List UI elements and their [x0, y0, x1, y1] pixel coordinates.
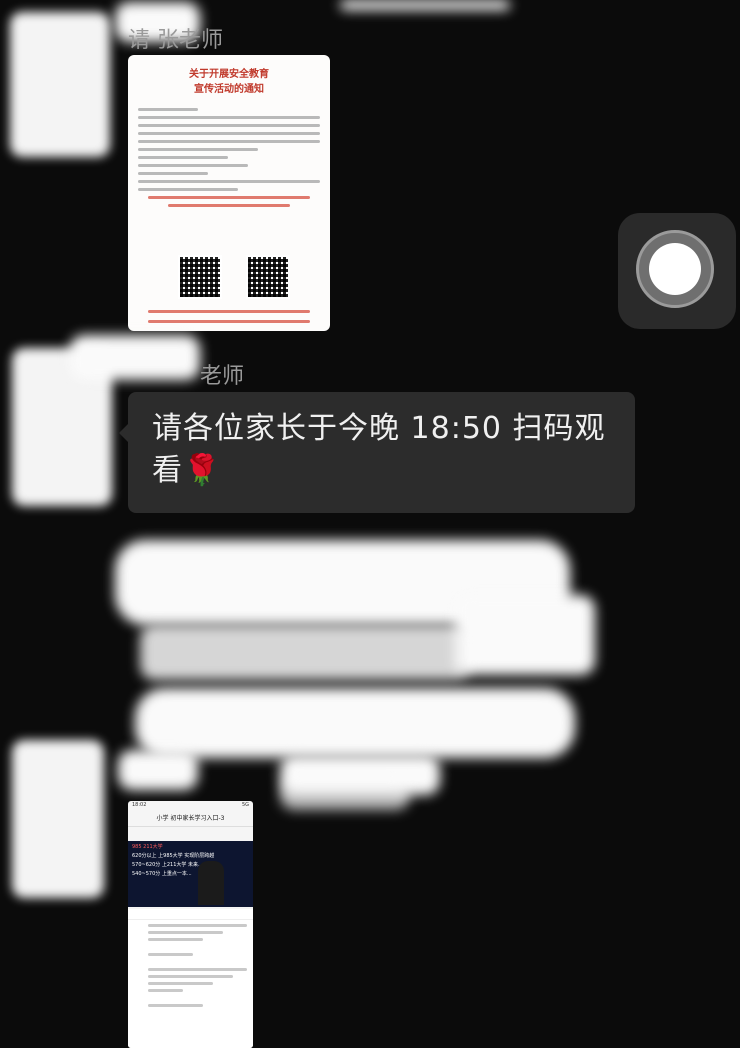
redaction-blur — [280, 780, 410, 810]
avatar[interactable] — [12, 740, 104, 898]
poster-title: 关于开展安全教育 — [189, 69, 269, 80]
status-signal: 5G — [241, 802, 249, 808]
redaction-blur — [70, 335, 200, 380]
video-text: 620分以上 上985大学 实现阶层跨越 — [132, 853, 215, 859]
avatar[interactable] — [10, 12, 110, 157]
redaction-blur — [340, 0, 510, 10]
shared-screenshot-image[interactable]: 18:02 5G 小学 初中家长学习入口-3 985 211大学 620分以上 … — [128, 801, 253, 1048]
sender-name: 老师 — [200, 364, 245, 389]
video-text: 570~620分 上211大学 未来... — [132, 862, 203, 868]
screenshot-title: 小学 初中家长学习入口-3 — [128, 812, 253, 827]
comment-list — [128, 909, 253, 1048]
message-bubble[interactable]: 请各位家长于今晚 18:50 扫码观看🌹 — [119, 392, 635, 513]
message-text: 请各位家长于今晚 18:50 扫码观看🌹 — [152, 411, 606, 488]
assistive-touch-button[interactable] — [618, 213, 736, 329]
notice-poster-image[interactable]: 关于开展安全教育 宣传活动的通知 — [128, 55, 330, 331]
redaction-blur — [455, 595, 595, 675]
video-text: 985 211大学 — [132, 844, 163, 850]
poster-subtitle: 宣传活动的通知 — [194, 84, 264, 95]
qr-code — [246, 255, 290, 299]
redaction-blur — [135, 688, 575, 758]
status-time: 18:02 — [132, 802, 147, 808]
sender-name: 请 张老师 — [128, 28, 223, 53]
redaction-blur — [118, 750, 198, 790]
redaction-blur — [140, 625, 470, 680]
video-player: 985 211大学 620分以上 上985大学 实现阶层跨越 570~620分 … — [128, 841, 253, 907]
qr-code — [178, 255, 222, 299]
status-bar: 18:02 5G — [128, 801, 253, 812]
video-text: 540~570分 上重点一本... — [132, 871, 192, 877]
assistive-touch-icon — [636, 230, 714, 308]
